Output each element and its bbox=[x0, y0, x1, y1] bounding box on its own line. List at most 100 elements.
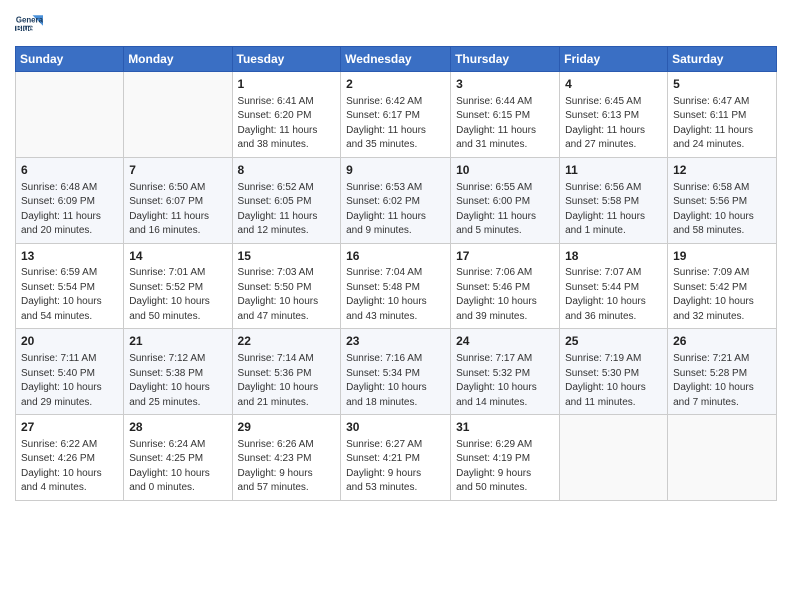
day-number: 1 bbox=[238, 76, 336, 93]
calendar-cell: 11 Sunrise: 6:56 AM Sunset: 5:58 PM Dayli… bbox=[560, 157, 668, 243]
calendar-cell: 23 Sunrise: 7:16 AM Sunset: 5:34 PM Dayli… bbox=[341, 329, 451, 415]
day-info: Sunrise: 7:04 AM Sunset: 5:48 PM Dayligh… bbox=[346, 266, 445, 324]
day-info: Sunrise: 7:17 AM Sunset: 5:32 PM Dayligh… bbox=[456, 352, 554, 410]
day-info: Sunrise: 7:12 AM Sunset: 5:38 PM Dayligh… bbox=[129, 352, 226, 410]
day-info: Sunrise: 6:56 AM Sunset: 5:58 PM Dayligh… bbox=[565, 181, 662, 239]
day-number: 25 bbox=[565, 333, 662, 350]
day-number: 9 bbox=[346, 162, 445, 179]
day-info: Sunrise: 7:09 AM Sunset: 5:42 PM Dayligh… bbox=[673, 266, 771, 324]
day-info: Sunrise: 7:03 AM Sunset: 5:50 PM Dayligh… bbox=[238, 266, 336, 324]
day-info: Sunrise: 7:01 AM Sunset: 5:52 PM Dayligh… bbox=[129, 266, 226, 324]
calendar-cell: 1 Sunrise: 6:41 AM Sunset: 6:20 PM Daylig… bbox=[232, 72, 341, 158]
day-info: Sunrise: 6:52 AM Sunset: 6:05 PM Dayligh… bbox=[238, 181, 336, 239]
calendar-cell: 28 Sunrise: 6:24 AM Sunset: 4:25 PM Dayli… bbox=[124, 415, 232, 501]
day-info: Sunrise: 7:11 AM Sunset: 5:40 PM Dayligh… bbox=[21, 352, 118, 410]
day-number: 26 bbox=[673, 333, 771, 350]
calendar-cell bbox=[16, 72, 124, 158]
day-info: Sunrise: 6:24 AM Sunset: 4:25 PM Dayligh… bbox=[129, 438, 226, 496]
calendar-cell: 27 Sunrise: 6:22 AM Sunset: 4:26 PM Dayli… bbox=[16, 415, 124, 501]
logo-icon: General Blue bbox=[15, 10, 43, 38]
day-number: 28 bbox=[129, 419, 226, 436]
calendar-cell: 12 Sunrise: 6:58 AM Sunset: 5:56 PM Dayli… bbox=[668, 157, 777, 243]
day-info: Sunrise: 6:45 AM Sunset: 6:13 PM Dayligh… bbox=[565, 95, 662, 153]
day-info: Sunrise: 6:29 AM Sunset: 4:19 PM Dayligh… bbox=[456, 438, 554, 496]
day-header-sunday: Sunday bbox=[16, 47, 124, 72]
calendar-cell: 29 Sunrise: 6:26 AM Sunset: 4:23 PM Dayli… bbox=[232, 415, 341, 501]
calendar-cell: 30Sunrise: 6:27 AM Sunset: 4:21 PM Dayli… bbox=[341, 415, 451, 501]
day-number: 12 bbox=[673, 162, 771, 179]
calendar-cell: 10 Sunrise: 6:55 AM Sunset: 6:00 PM Dayli… bbox=[451, 157, 560, 243]
svg-text:General: General bbox=[16, 15, 43, 24]
day-number: 23 bbox=[346, 333, 445, 350]
calendar-cell: 22 Sunrise: 7:14 AM Sunset: 5:36 PM Dayli… bbox=[232, 329, 341, 415]
day-number: 15 bbox=[238, 248, 336, 265]
day-info: Sunrise: 6:59 AM Sunset: 5:54 PM Dayligh… bbox=[21, 266, 118, 324]
calendar-cell: 18Sunrise: 7:07 AM Sunset: 5:44 PM Dayli… bbox=[560, 243, 668, 329]
day-number: 21 bbox=[129, 333, 226, 350]
day-number: 31 bbox=[456, 419, 554, 436]
day-number: 24 bbox=[456, 333, 554, 350]
day-info: Sunrise: 6:48 AM Sunset: 6:09 PM Dayligh… bbox=[21, 181, 118, 239]
calendar-cell: 17Sunrise: 7:06 AM Sunset: 5:46 PM Dayli… bbox=[451, 243, 560, 329]
calendar-cell: 4 Sunrise: 6:45 AM Sunset: 6:13 PM Daylig… bbox=[560, 72, 668, 158]
calendar-cell: 24 Sunrise: 7:17 AM Sunset: 5:32 PM Dayli… bbox=[451, 329, 560, 415]
day-number: 29 bbox=[238, 419, 336, 436]
day-header-thursday: Thursday bbox=[451, 47, 560, 72]
day-header-friday: Friday bbox=[560, 47, 668, 72]
day-number: 17 bbox=[456, 248, 554, 265]
day-number: 18 bbox=[565, 248, 662, 265]
calendar-cell bbox=[124, 72, 232, 158]
day-info: Sunrise: 7:06 AM Sunset: 5:46 PM Dayligh… bbox=[456, 266, 554, 324]
calendar-cell: 16Sunrise: 7:04 AM Sunset: 5:48 PM Dayli… bbox=[341, 243, 451, 329]
calendar-cell: 20 Sunrise: 7:11 AM Sunset: 5:40 PM Dayli… bbox=[16, 329, 124, 415]
calendar-header: SundayMondayTuesdayWednesdayThursdayFrid… bbox=[16, 47, 777, 72]
day-number: 27 bbox=[21, 419, 118, 436]
day-number: 13 bbox=[21, 248, 118, 265]
calendar-cell: 19Sunrise: 7:09 AM Sunset: 5:42 PM Dayli… bbox=[668, 243, 777, 329]
day-info: Sunrise: 7:19 AM Sunset: 5:30 PM Dayligh… bbox=[565, 352, 662, 410]
day-info: Sunrise: 6:42 AM Sunset: 6:17 PM Dayligh… bbox=[346, 95, 445, 153]
day-number: 10 bbox=[456, 162, 554, 179]
day-number: 14 bbox=[129, 248, 226, 265]
calendar-cell: 31 Sunrise: 6:29 AM Sunset: 4:19 PM Dayli… bbox=[451, 415, 560, 501]
day-info: Sunrise: 6:22 AM Sunset: 4:26 PM Dayligh… bbox=[21, 438, 118, 496]
day-number: 4 bbox=[565, 76, 662, 93]
day-number: 30 bbox=[346, 419, 445, 436]
day-info: Sunrise: 7:14 AM Sunset: 5:36 PM Dayligh… bbox=[238, 352, 336, 410]
day-info: Sunrise: 6:55 AM Sunset: 6:00 PM Dayligh… bbox=[456, 181, 554, 239]
calendar-cell: 25 Sunrise: 7:19 AM Sunset: 5:30 PM Dayli… bbox=[560, 329, 668, 415]
day-number: 11 bbox=[565, 162, 662, 179]
day-header-saturday: Saturday bbox=[668, 47, 777, 72]
day-number: 16 bbox=[346, 248, 445, 265]
calendar-cell: 21 Sunrise: 7:12 AM Sunset: 5:38 PM Dayli… bbox=[124, 329, 232, 415]
day-number: 5 bbox=[673, 76, 771, 93]
day-number: 22 bbox=[238, 333, 336, 350]
day-info: Sunrise: 7:07 AM Sunset: 5:44 PM Dayligh… bbox=[565, 266, 662, 324]
calendar-cell: 2 Sunrise: 6:42 AM Sunset: 6:17 PM Daylig… bbox=[341, 72, 451, 158]
calendar-cell: 14Sunrise: 7:01 AM Sunset: 5:52 PM Dayli… bbox=[124, 243, 232, 329]
day-number: 2 bbox=[346, 76, 445, 93]
day-number: 6 bbox=[21, 162, 118, 179]
calendar-cell: 6 Sunrise: 6:48 AM Sunset: 6:09 PM Daylig… bbox=[16, 157, 124, 243]
day-number: 7 bbox=[129, 162, 226, 179]
logo: General Blue bbox=[15, 10, 43, 38]
day-header-tuesday: Tuesday bbox=[232, 47, 341, 72]
day-info: Sunrise: 6:50 AM Sunset: 6:07 PM Dayligh… bbox=[129, 181, 226, 239]
calendar-cell: 26 Sunrise: 7:21 AM Sunset: 5:28 PM Dayli… bbox=[668, 329, 777, 415]
day-info: Sunrise: 6:44 AM Sunset: 6:15 PM Dayligh… bbox=[456, 95, 554, 153]
day-info: Sunrise: 6:41 AM Sunset: 6:20 PM Dayligh… bbox=[238, 95, 336, 153]
calendar-cell: 9Sunrise: 6:53 AM Sunset: 6:02 PM Daylig… bbox=[341, 157, 451, 243]
day-number: 3 bbox=[456, 76, 554, 93]
day-info: Sunrise: 6:26 AM Sunset: 4:23 PM Dayligh… bbox=[238, 438, 336, 496]
day-header-wednesday: Wednesday bbox=[341, 47, 451, 72]
day-info: Sunrise: 7:16 AM Sunset: 5:34 PM Dayligh… bbox=[346, 352, 445, 410]
calendar-cell: 15Sunrise: 7:03 AM Sunset: 5:50 PM Dayli… bbox=[232, 243, 341, 329]
day-info: Sunrise: 6:58 AM Sunset: 5:56 PM Dayligh… bbox=[673, 181, 771, 239]
day-info: Sunrise: 7:21 AM Sunset: 5:28 PM Dayligh… bbox=[673, 352, 771, 410]
day-number: 20 bbox=[21, 333, 118, 350]
calendar-cell bbox=[560, 415, 668, 501]
day-info: Sunrise: 6:47 AM Sunset: 6:11 PM Dayligh… bbox=[673, 95, 771, 153]
svg-text:Blue: Blue bbox=[16, 24, 34, 33]
calendar-cell bbox=[668, 415, 777, 501]
calendar: SundayMondayTuesdayWednesdayThursdayFrid… bbox=[15, 46, 777, 501]
